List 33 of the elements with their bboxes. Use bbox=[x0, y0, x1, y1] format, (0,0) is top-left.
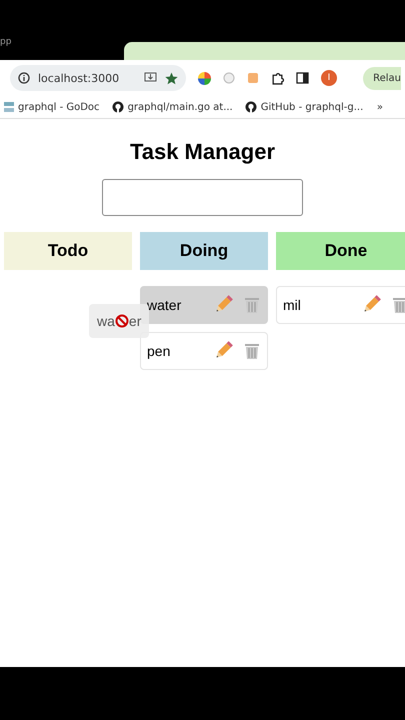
address-bar[interactable]: localhost:3000 bbox=[10, 65, 186, 91]
drag-preview-text: wa bbox=[97, 313, 115, 329]
no-drop-icon bbox=[114, 314, 129, 328]
pinwheel-icon[interactable] bbox=[198, 72, 211, 84]
task-card[interactable]: water bbox=[140, 286, 268, 324]
tab-title[interactable]: pp bbox=[0, 38, 12, 47]
trash-icon[interactable] bbox=[243, 296, 261, 314]
task-text: pen bbox=[147, 343, 172, 359]
bookmark-link[interactable]: graphql - GoDoc bbox=[18, 102, 100, 112]
profile-avatar[interactable]: I bbox=[321, 70, 337, 86]
install-icon[interactable] bbox=[144, 72, 157, 84]
address-text: localhost:3000 bbox=[38, 72, 120, 84]
relaunch-button[interactable]: Relau bbox=[363, 66, 401, 90]
column-header: Done bbox=[276, 232, 405, 270]
extension-icon[interactable] bbox=[223, 72, 235, 84]
task-text: mil bbox=[283, 297, 302, 313]
task-input[interactable] bbox=[102, 179, 303, 216]
task-text: water bbox=[147, 297, 182, 313]
puzzle-icon[interactable] bbox=[271, 72, 284, 84]
column-header: Doing bbox=[140, 232, 268, 270]
page-title: Task Manager bbox=[128, 138, 276, 165]
column-header: Todo bbox=[4, 232, 132, 270]
info-icon[interactable] bbox=[18, 72, 30, 84]
bookmarks-overflow[interactable]: » bbox=[376, 102, 383, 112]
task-card[interactable]: mil bbox=[276, 286, 405, 324]
bookmark-link[interactable]: GitHub - graphql-g... bbox=[260, 102, 364, 112]
trash-icon[interactable] bbox=[243, 342, 261, 360]
star-icon[interactable] bbox=[165, 72, 178, 84]
sidebar-icon[interactable] bbox=[296, 72, 309, 84]
task-card[interactable]: pen bbox=[140, 332, 268, 370]
trash-icon[interactable] bbox=[391, 296, 405, 314]
bookmark-link[interactable]: graphql/main.go at... bbox=[128, 102, 233, 112]
drag-preview-text: er bbox=[128, 313, 142, 329]
